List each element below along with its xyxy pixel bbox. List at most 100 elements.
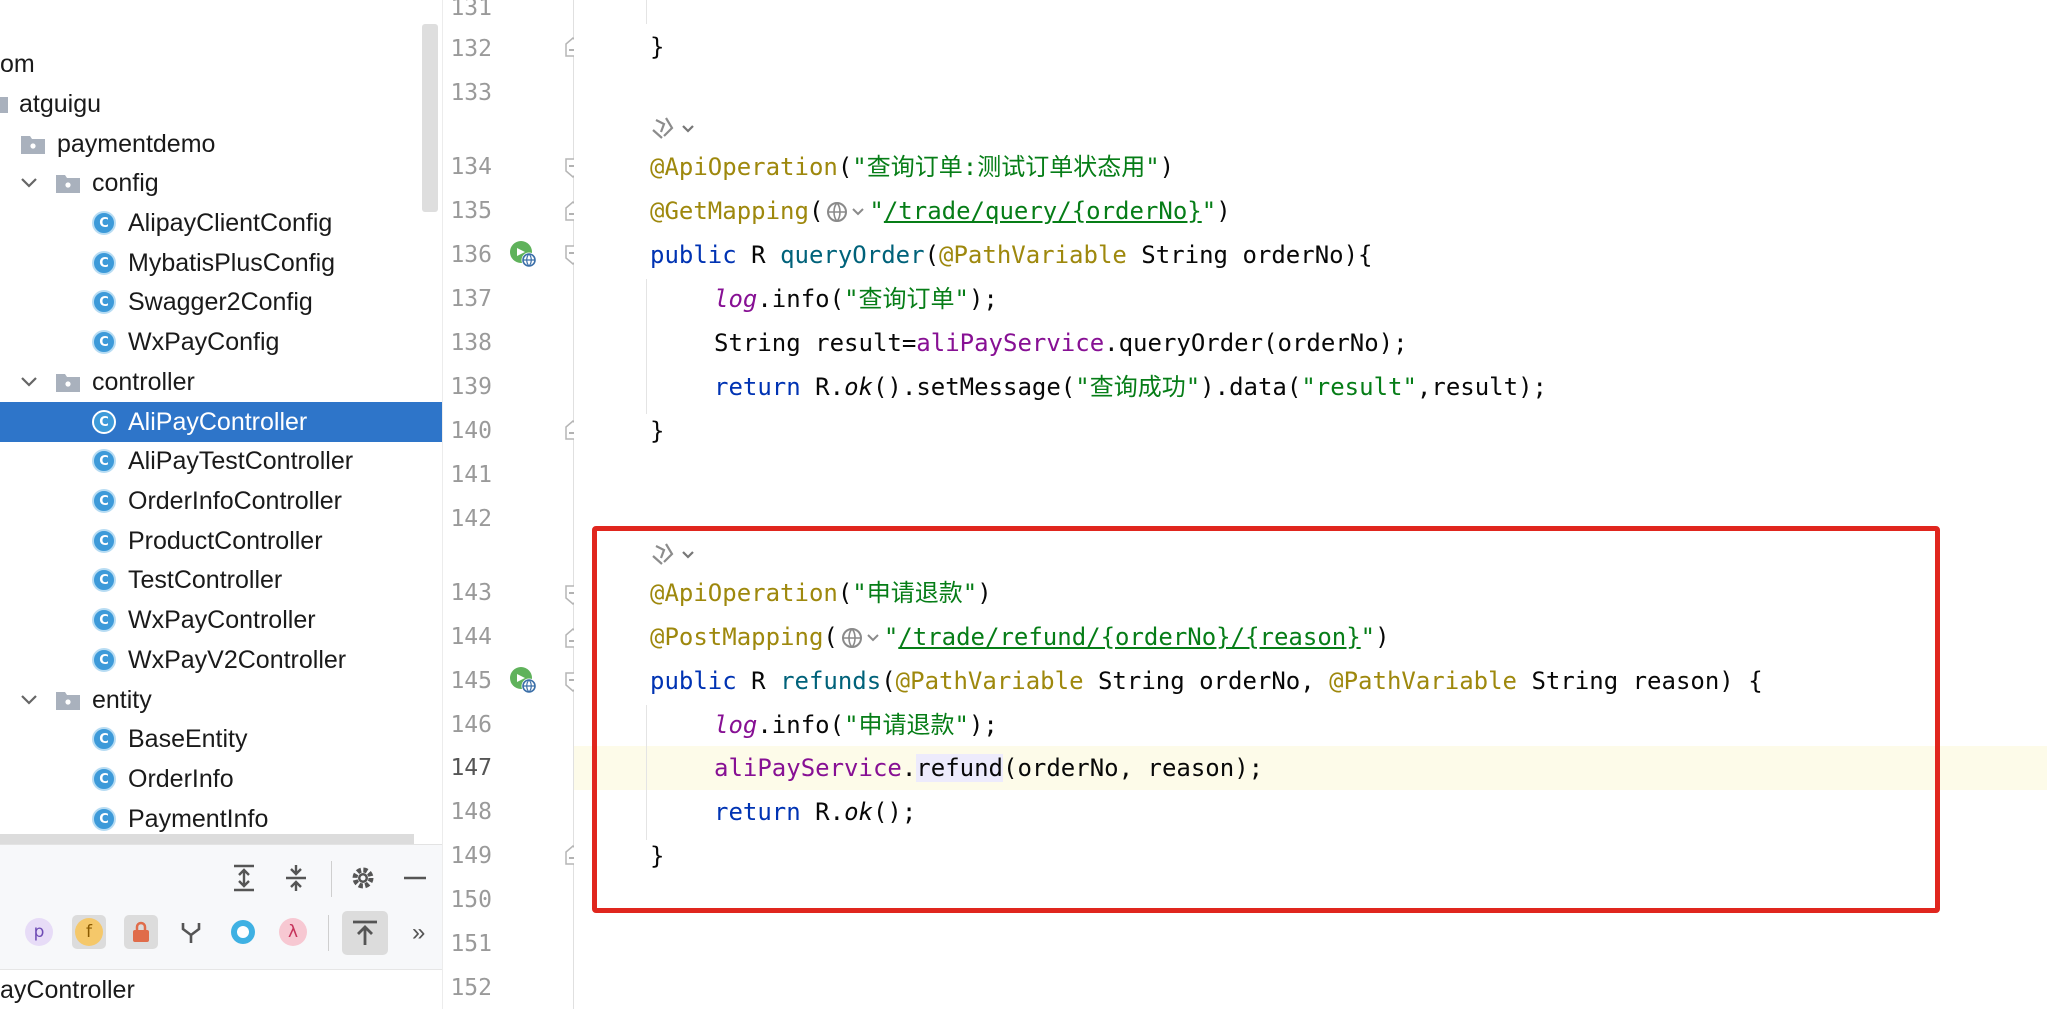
keyword-token: return bbox=[714, 373, 801, 401]
tree-item-orderinfo[interactable]: C OrderInfo bbox=[0, 759, 442, 799]
code-token: ( bbox=[924, 241, 940, 269]
line-number[interactable]: 148 bbox=[436, 794, 492, 830]
code-token: .info( bbox=[757, 285, 845, 313]
tree-item-paymentinfo[interactable]: C PaymentInfo bbox=[0, 799, 442, 839]
tree-item-swagger2config[interactable]: C Swagger2Config bbox=[0, 282, 442, 322]
line-number[interactable]: 143 bbox=[436, 575, 492, 611]
line-number[interactable]: 144 bbox=[436, 619, 492, 655]
annotation-token: @ApiOperation bbox=[650, 153, 838, 181]
gear-icon[interactable] bbox=[346, 861, 380, 895]
filter-fields-icon[interactable]: f bbox=[72, 915, 106, 949]
line-number[interactable]: 134 bbox=[436, 149, 492, 185]
structure-tool-window: p f λ » ayController bbox=[0, 844, 442, 1011]
tree-item-config[interactable]: config bbox=[0, 163, 442, 203]
more-options-icon[interactable]: » bbox=[412, 919, 425, 947]
autoscroll-from-source-icon[interactable] bbox=[342, 911, 388, 955]
code-line-136: public R queryOrder(@PathVariable String… bbox=[650, 233, 1373, 277]
line-number[interactable]: 145 bbox=[436, 663, 492, 699]
line-number[interactable]: 150 bbox=[436, 882, 492, 918]
tree-item-alipayclientconfig[interactable]: C AlipayClientConfig bbox=[0, 203, 442, 243]
tree-item-baseentity[interactable]: C BaseEntity bbox=[0, 719, 442, 759]
tree-item-label: Swagger2Config bbox=[128, 288, 313, 316]
line-number[interactable]: 147 bbox=[436, 750, 492, 786]
tree-item-productcontroller[interactable]: C ProductController bbox=[0, 521, 442, 561]
lambdas-icon[interactable]: λ bbox=[276, 915, 310, 949]
code-token: String result= bbox=[714, 329, 917, 357]
expand-all-icon[interactable] bbox=[227, 861, 261, 895]
tree-item-entity[interactable]: entity bbox=[0, 680, 442, 720]
inherited-icon[interactable] bbox=[174, 915, 208, 949]
code-line-135: @GetMapping("/trade/query/{orderNo}") bbox=[650, 189, 1231, 233]
code-token: String orderNo){ bbox=[1126, 241, 1373, 269]
package-folder-icon bbox=[20, 133, 46, 155]
globe-icon[interactable] bbox=[825, 199, 867, 225]
tree-item-paymentdemo[interactable]: paymentdemo bbox=[0, 124, 442, 164]
method-token: ok bbox=[844, 373, 873, 401]
line-number[interactable]: 135 bbox=[436, 193, 492, 229]
filter-properties-icon[interactable]: p bbox=[22, 915, 56, 949]
code-token: ).data( bbox=[1200, 373, 1302, 401]
tree-item-mybatisplusconfig[interactable]: C MybatisPlusConfig bbox=[0, 243, 442, 283]
class-icon: C bbox=[92, 449, 116, 473]
line-number[interactable]: 132 bbox=[436, 31, 492, 67]
tree-item-testcontroller[interactable]: C TestController bbox=[0, 560, 442, 600]
code-line-137: log.info("查询订单"); bbox=[714, 277, 998, 321]
code-token: ,result); bbox=[1416, 373, 1547, 401]
tree-item-wxpaycontroller[interactable]: C WxPayController bbox=[0, 600, 442, 640]
class-icon: C bbox=[92, 529, 116, 553]
line-number[interactable]: 140 bbox=[436, 413, 492, 449]
structure-file-row: ayController bbox=[0, 969, 442, 1011]
chevron-down-icon[interactable] bbox=[16, 170, 42, 196]
tree-item-label: WxPayController bbox=[128, 606, 316, 634]
line-number[interactable]: 136 bbox=[436, 237, 492, 273]
minimize-icon[interactable] bbox=[398, 861, 432, 895]
line-number[interactable]: 152 bbox=[436, 970, 492, 1006]
tree-item-om[interactable]: om bbox=[0, 44, 442, 84]
tree-item-wxpayconfig[interactable]: C WxPayConfig bbox=[0, 322, 442, 362]
endpoint-run-icon[interactable] bbox=[508, 665, 538, 695]
tree-item-atguigu[interactable]: atguigu bbox=[0, 84, 442, 124]
tree-horizontal-scrollbar[interactable] bbox=[0, 834, 414, 844]
url-link[interactable]: /trade/query/{orderNo} bbox=[884, 197, 1202, 225]
field-token: log bbox=[714, 285, 758, 313]
tree-item-label: AliPayTestController bbox=[128, 447, 354, 475]
tree-item-label: AliPayController bbox=[128, 408, 308, 436]
line-number[interactable]: 139 bbox=[436, 369, 492, 405]
tree-item-wxpayv2controller[interactable]: C WxPayV2Controller bbox=[0, 640, 442, 680]
code-line-134: @ApiOperation("查询订单:测试订单状态用") bbox=[650, 145, 1174, 189]
anonymous-classes-icon[interactable] bbox=[226, 915, 260, 949]
line-number[interactable]: 142 bbox=[436, 501, 492, 537]
line-number[interactable]: 149 bbox=[436, 838, 492, 874]
tree-item-label: WxPayV2Controller bbox=[128, 646, 347, 674]
class-icon: C bbox=[92, 807, 116, 831]
line-number[interactable]: 138 bbox=[436, 325, 492, 361]
line-number[interactable]: 151 bbox=[436, 926, 492, 962]
tree-item-orderinfocontroller[interactable]: C OrderInfoController bbox=[0, 481, 442, 521]
class-icon: C bbox=[92, 608, 116, 632]
structure-title: ayController bbox=[0, 976, 135, 1004]
collapse-all-icon[interactable] bbox=[279, 861, 313, 895]
string-token: "result" bbox=[1301, 373, 1417, 401]
chevron-down-icon[interactable] bbox=[16, 687, 42, 713]
class-icon: C bbox=[92, 489, 116, 513]
line-number[interactable]: 146 bbox=[436, 707, 492, 743]
line-number[interactable]: 141 bbox=[436, 457, 492, 493]
chevron-down-icon[interactable] bbox=[16, 369, 42, 395]
code-vision-hint-icon[interactable] bbox=[650, 114, 696, 142]
filter-non-public-icon[interactable] bbox=[124, 915, 158, 949]
tree-item-controller[interactable]: controller bbox=[0, 362, 442, 402]
endpoint-run-icon[interactable] bbox=[508, 239, 538, 269]
keyword-token: public bbox=[650, 241, 737, 269]
line-number[interactable]: 133 bbox=[436, 75, 492, 111]
tree-item-label: paymentdemo bbox=[57, 130, 216, 158]
tree-item-alipaycontroller[interactable]: C AliPayController bbox=[0, 402, 442, 442]
string-token: " bbox=[869, 197, 884, 225]
class-icon: C bbox=[92, 410, 116, 434]
tree-item-alipaytestcontroller[interactable]: C AliPayTestController bbox=[0, 441, 442, 481]
tree-item-label: WxPayConfig bbox=[128, 328, 280, 356]
annotation-token: @GetMapping bbox=[650, 197, 809, 225]
class-icon: C bbox=[92, 568, 116, 592]
line-number[interactable]: 137 bbox=[436, 281, 492, 317]
tree-item-label: TestController bbox=[128, 566, 283, 594]
line-number[interactable]: 131 bbox=[436, 0, 492, 26]
